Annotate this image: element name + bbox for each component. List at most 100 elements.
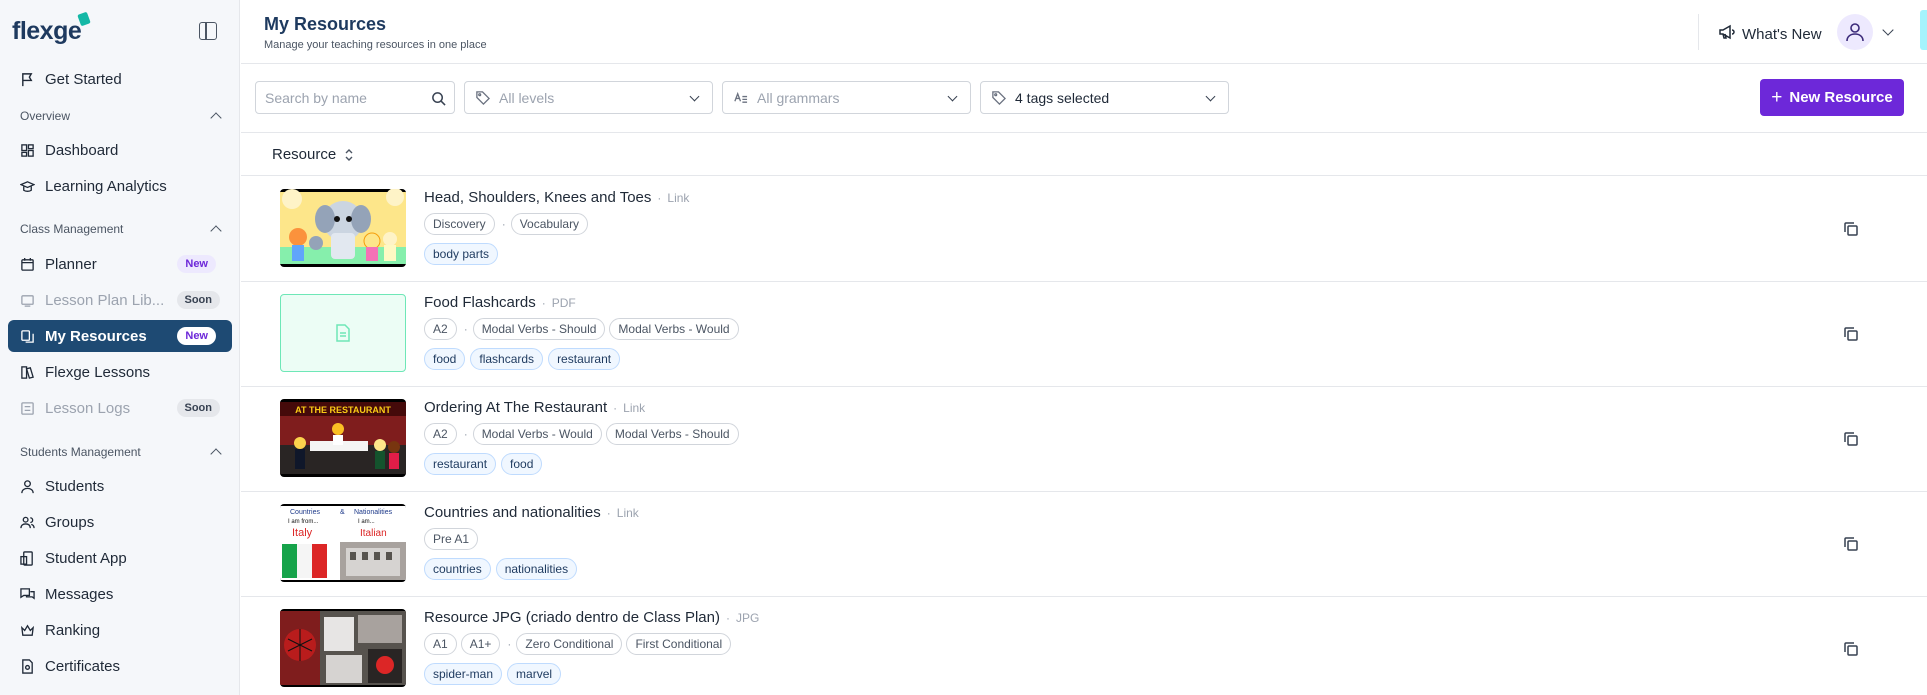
chevron-up-icon xyxy=(210,225,222,237)
separator-dot: · xyxy=(507,637,512,651)
page-header: My Resources Manage your teaching resour… xyxy=(241,0,1927,64)
tag-chip: body parts xyxy=(424,243,499,265)
tag-chip: marvel xyxy=(507,663,562,685)
sidebar-item-groups[interactable]: Groups xyxy=(8,506,232,538)
levels-select[interactable]: All levels xyxy=(464,81,713,114)
table-row[interactable]: Resource JPG (criado dentro de Class Pla… xyxy=(241,597,1927,695)
sidebar-toggle-icon[interactable] xyxy=(199,22,217,40)
resource-title[interactable]: Food Flashcards PDF xyxy=(424,294,576,311)
resource-title[interactable]: Resource JPG (criado dentro de Class Pla… xyxy=(424,609,759,626)
meta-pill: Modal Verbs - Would xyxy=(609,318,739,340)
thumb-text: & xyxy=(340,509,345,516)
crown-icon xyxy=(20,623,35,638)
resource-title[interactable]: Countries and nationalities Link xyxy=(424,504,639,521)
copy-icon[interactable] xyxy=(1843,431,1859,447)
sidebar-item-label: Lesson Logs xyxy=(45,399,131,417)
chevron-up-icon xyxy=(210,112,222,124)
section-class-management[interactable]: Class Management xyxy=(20,222,222,237)
chevron-down-icon xyxy=(689,91,700,102)
meta-pill: A2 xyxy=(424,423,457,445)
tag-icon xyxy=(992,91,1006,105)
tablet-icon xyxy=(20,293,35,308)
meta-pill: A1 xyxy=(424,633,457,655)
resource-tags: spider-man marvel xyxy=(424,663,566,685)
sidebar-item-label: Ranking xyxy=(45,621,101,639)
book-icon xyxy=(20,365,35,380)
separator-dot: · xyxy=(463,322,468,336)
sidebar-item-lesson-plan-library: Lesson Plan Lib... Soon xyxy=(8,284,232,316)
resource-type: Link xyxy=(657,191,689,205)
sidebar-item-label: Students xyxy=(45,477,105,495)
new-badge: New xyxy=(177,255,216,273)
plus-icon: + xyxy=(1771,86,1783,108)
tag-chip: spider-man xyxy=(424,663,503,685)
dashboard-icon xyxy=(20,143,35,158)
search-input[interactable]: Search by name xyxy=(255,81,455,114)
sidebar-item-students[interactable]: Students xyxy=(8,470,232,502)
section-students-management[interactable]: Students Management xyxy=(20,445,222,460)
column-header-label: Resource xyxy=(272,146,337,163)
sidebar-item-get-started[interactable]: Get Started xyxy=(8,63,232,95)
separator-dot: · xyxy=(463,427,468,441)
soon-badge: Soon xyxy=(176,291,220,309)
sidebar-item-flexge-lessons[interactable]: Flexge Lessons xyxy=(8,356,232,388)
table-row[interactable]: Countries & Nationalities I am from... I… xyxy=(241,492,1927,597)
resource-type: Link xyxy=(607,506,639,520)
meta-pill: First Conditional xyxy=(626,633,732,655)
text-format-icon xyxy=(734,91,748,103)
meta-pill: A2 xyxy=(424,318,457,340)
user-avatar-icon xyxy=(1846,23,1864,42)
tags-value: 4 tags selected xyxy=(1015,89,1110,106)
resource-title-text: Food Flashcards xyxy=(424,294,536,311)
sidebar-item-student-app[interactable]: Student App xyxy=(8,542,232,574)
sidebar-item-certificates[interactable]: Certificates xyxy=(8,650,232,682)
section-overview[interactable]: Overview xyxy=(20,109,222,124)
user-menu-chevron-icon[interactable] xyxy=(1882,24,1894,36)
sidebar-item-my-resources[interactable]: My Resources New xyxy=(8,320,232,352)
resource-meta: A1 A1+ · Zero Conditional First Conditio… xyxy=(424,633,735,655)
header-divider xyxy=(1698,14,1699,50)
resource-type: Link xyxy=(613,401,645,415)
resource-tags: body parts xyxy=(424,243,503,265)
sidebar-item-label: Messages xyxy=(45,585,114,603)
resource-title[interactable]: Head, Shoulders, Knees and Toes Link xyxy=(424,189,689,206)
resource-meta: A2 · Modal Verbs - Would Modal Verbs - S… xyxy=(424,423,743,445)
thumb-text: Nationalities xyxy=(354,509,393,516)
copy-icon[interactable] xyxy=(1843,221,1859,237)
sidebar-item-label: Student App xyxy=(45,549,127,567)
table-row[interactable]: AT THE RESTAURANT Ordering At The Restau… xyxy=(241,387,1927,492)
app-icon xyxy=(20,550,35,566)
logo-row: flexge xyxy=(0,0,239,62)
sidebar-item-learning-analytics[interactable]: Learning Analytics xyxy=(8,170,232,202)
resource-title-text: Countries and nationalities xyxy=(424,504,601,521)
tag-icon xyxy=(476,91,490,105)
sidebar-item-ranking[interactable]: Ranking xyxy=(8,614,232,646)
resource-thumbnail: AT THE RESTAURANT xyxy=(280,399,406,477)
page-subtitle: Manage your teaching resources in one pl… xyxy=(264,39,487,51)
grammars-select[interactable]: All grammars xyxy=(722,81,971,114)
meta-pill: A1+ xyxy=(460,633,501,655)
column-header-resource[interactable]: Resource xyxy=(241,134,1927,176)
sidebar-item-label: Certificates xyxy=(45,657,121,675)
sidebar-item-dashboard[interactable]: Dashboard xyxy=(8,134,232,166)
copy-icon[interactable] xyxy=(1843,641,1859,657)
new-badge: New xyxy=(177,327,216,345)
sidebar-item-planner[interactable]: Planner New xyxy=(8,248,232,280)
table-row[interactable]: Head, Shoulders, Knees and Toes Link Disc… xyxy=(241,177,1927,282)
avatar[interactable] xyxy=(1837,14,1873,50)
resource-title-text: Ordering At The Restaurant xyxy=(424,399,608,416)
resource-title-text: Head, Shoulders, Knees and Toes xyxy=(424,189,652,206)
whats-new-button[interactable]: What's New xyxy=(1718,24,1822,44)
meta-pill: Zero Conditional xyxy=(516,633,623,655)
copy-icon[interactable] xyxy=(1843,536,1859,552)
copy-icon[interactable] xyxy=(1843,326,1859,342)
section-title: Students Management xyxy=(20,445,141,459)
flexge-logo[interactable]: flexge xyxy=(12,11,92,46)
sidebar-item-messages[interactable]: Messages xyxy=(8,578,232,610)
tags-select[interactable]: 4 tags selected xyxy=(980,81,1229,114)
search-icon xyxy=(432,92,446,106)
sidebar-item-label: Groups xyxy=(45,513,95,531)
new-resource-button[interactable]: + New Resource xyxy=(1760,79,1904,116)
table-row[interactable]: Food Flashcards PDF A2 · Modal Verbs - Sh… xyxy=(241,282,1927,387)
resource-title[interactable]: Ordering At The Restaurant Link xyxy=(424,399,645,416)
